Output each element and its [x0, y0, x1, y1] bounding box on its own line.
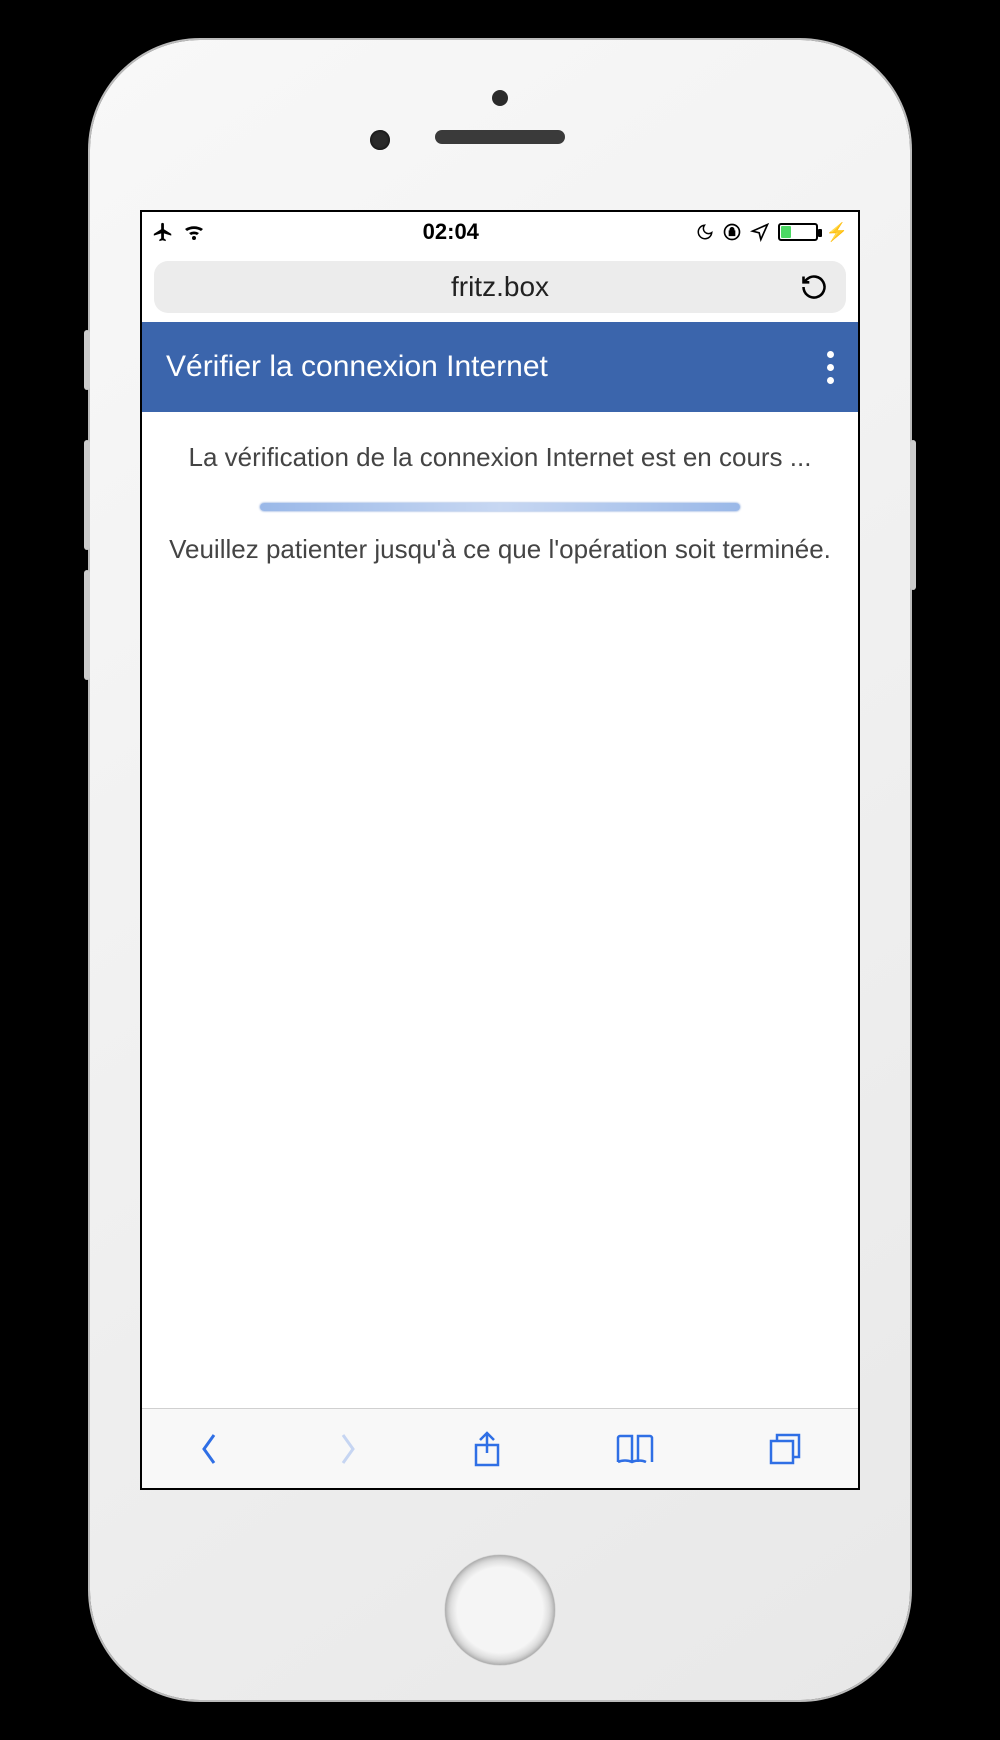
address-bar[interactable]: fritz.box [154, 261, 846, 313]
wait-text: Veuillez patienter jusqu'à ce que l'opér… [162, 531, 838, 567]
volume-up-button [84, 440, 90, 550]
screen: 02:04 ⚡ fritz.box [140, 210, 860, 1490]
phone-frame: 02:04 ⚡ fritz.box [90, 40, 910, 1700]
status-bar: 02:04 ⚡ [142, 212, 858, 252]
front-camera [370, 130, 390, 150]
share-button[interactable] [470, 1429, 504, 1469]
volume-down-button [84, 570, 90, 680]
progress-bar [260, 503, 740, 511]
browser-address-row: fritz.box [142, 252, 858, 322]
back-button[interactable] [197, 1429, 223, 1469]
status-text: La vérification de la connexion Internet… [162, 442, 838, 473]
reload-icon[interactable] [800, 273, 828, 301]
do-not-disturb-icon [696, 223, 714, 241]
airplane-mode-icon [152, 221, 174, 243]
earpiece-speaker [435, 130, 565, 144]
charging-icon: ⚡ [826, 222, 848, 243]
sensor-dot [492, 90, 508, 106]
menu-button[interactable] [827, 351, 834, 384]
orientation-lock-icon [722, 222, 742, 242]
address-domain: fritz.box [451, 271, 549, 303]
battery-icon [778, 223, 818, 241]
mute-switch [84, 330, 90, 390]
forward-button [334, 1429, 360, 1469]
page-header: Vérifier la connexion Internet [142, 322, 858, 412]
power-button [910, 440, 916, 590]
browser-toolbar [142, 1408, 858, 1488]
tabs-button[interactable] [767, 1431, 803, 1467]
clock: 02:04 [423, 219, 479, 245]
location-icon [750, 222, 770, 242]
page-title: Vérifier la connexion Internet [166, 350, 548, 384]
wifi-icon [182, 222, 206, 242]
bookmarks-button[interactable] [614, 1432, 656, 1466]
home-button[interactable] [445, 1555, 555, 1665]
page-content: La vérification de la connexion Internet… [142, 412, 858, 1408]
